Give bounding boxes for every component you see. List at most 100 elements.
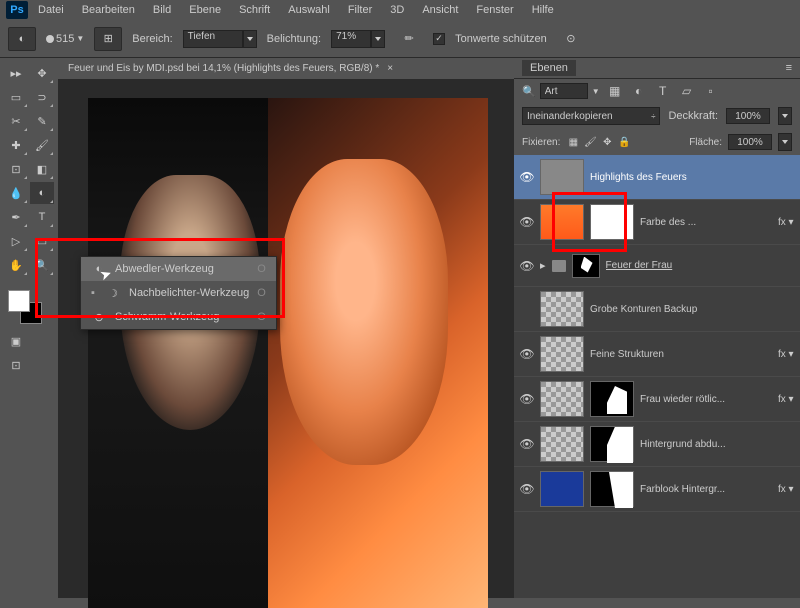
menu-edit[interactable]: Bearbeiten <box>74 2 143 18</box>
blend-mode-select[interactable]: Ineinanderkopieren÷ <box>522 107 660 125</box>
stamp-tool[interactable]: ⊡ <box>4 158 28 180</box>
fill-input[interactable] <box>728 134 772 150</box>
dodge-tool[interactable]: ◐ <box>30 182 54 204</box>
expand-icon[interactable]: ▸▸ <box>4 62 28 84</box>
pen-tool[interactable]: ✒ <box>4 206 28 228</box>
layer-mask-thumb[interactable] <box>590 204 634 240</box>
layer-name-label[interactable]: Farblook Hintergr... <box>640 484 772 495</box>
layer-mask-thumb[interactable] <box>590 426 634 462</box>
hand-tool[interactable]: ✋ <box>4 254 28 276</box>
quickmask-icon[interactable]: ▣ <box>4 330 28 352</box>
filter-type-icon[interactable]: T <box>654 83 672 99</box>
pressure-icon[interactable]: ⊙ <box>557 27 585 51</box>
path-tool[interactable]: ▷ <box>4 230 28 252</box>
fill-dropdown[interactable] <box>778 133 792 151</box>
fx-icon[interactable]: fx ▾ <box>778 217 794 228</box>
layer-name-label[interactable]: Feuer der Frau <box>606 260 794 271</box>
visibility-icon[interactable]: 👁 <box>520 482 534 496</box>
layer-row[interactable]: Grobe Konturen Backup <box>514 287 800 332</box>
lock-pixels-icon[interactable]: 🖌 <box>583 135 597 149</box>
layer-row[interactable]: 👁 Hintergrund abdu... <box>514 422 800 467</box>
layer-mask-thumb[interactable] <box>572 254 600 278</box>
layer-thumb[interactable] <box>540 291 584 327</box>
filter-pixel-icon[interactable]: ▦ <box>606 83 624 99</box>
brush-panel-icon[interactable]: ⊞ <box>94 27 122 51</box>
panel-menu-icon[interactable]: ≡ <box>786 62 792 74</box>
layer-thumb[interactable] <box>540 204 584 240</box>
lock-all-icon[interactable]: 🔒 <box>617 135 631 149</box>
layer-thumb[interactable] <box>540 426 584 462</box>
flyout-burn[interactable]: ▪ ☽ Nachbelichter-Werkzeug O <box>81 281 276 305</box>
move-tool[interactable]: ✥ <box>30 62 54 84</box>
filter-adjust-icon[interactable]: ◐ <box>630 83 648 99</box>
brush-preset[interactable]: 515 ▼ <box>46 33 84 45</box>
filter-input[interactable] <box>540 83 588 99</box>
visibility-icon[interactable] <box>520 302 534 316</box>
menu-layer[interactable]: Ebene <box>181 2 229 18</box>
layers-tab[interactable]: Ebenen <box>522 60 576 76</box>
layer-thumb[interactable] <box>540 159 584 195</box>
canvas-image[interactable] <box>88 98 488 608</box>
visibility-icon[interactable]: 👁 <box>520 392 534 406</box>
menu-help[interactable]: Hilfe <box>524 2 562 18</box>
layer-row[interactable]: 👁 Farbe des ... fx ▾ <box>514 200 800 245</box>
visibility-icon[interactable]: 👁 <box>520 259 534 273</box>
visibility-icon[interactable]: 👁 <box>520 215 534 229</box>
menu-file[interactable]: Datei <box>30 2 72 18</box>
layer-row[interactable]: 👁 ▸ Feuer der Frau <box>514 245 800 287</box>
group-expand-icon[interactable]: ▸ <box>540 259 546 272</box>
layer-thumb[interactable] <box>540 336 584 372</box>
blur-tool[interactable]: 💧 <box>4 182 28 204</box>
airbrush-icon[interactable]: ✏ <box>395 27 423 51</box>
layer-mask-thumb[interactable] <box>590 381 634 417</box>
menu-view[interactable]: Ansicht <box>414 2 466 18</box>
eyedropper-tool[interactable]: ✎ <box>30 110 54 132</box>
layer-name-label[interactable]: Frau wieder rötlic... <box>640 394 772 405</box>
lock-transparent-icon[interactable]: ▦ <box>566 135 580 149</box>
fx-icon[interactable]: fx ▾ <box>778 484 794 495</box>
exposure-input[interactable]: 71% <box>331 30 371 48</box>
visibility-icon[interactable]: 👁 <box>520 437 534 451</box>
opacity-input[interactable] <box>726 108 770 124</box>
type-tool[interactable]: T <box>30 206 54 228</box>
layer-row[interactable]: 👁 Frau wieder rötlic... fx ▾ <box>514 377 800 422</box>
opacity-dropdown[interactable] <box>778 107 792 125</box>
fg-color[interactable] <box>8 290 30 312</box>
layer-row[interactable]: 👁 Farblook Hintergr... fx ▾ <box>514 467 800 512</box>
layer-name-label[interactable]: Feine Strukturen <box>590 349 772 360</box>
document-tab[interactable]: Feuer und Eis by MDI.psd bei 14,1% (High… <box>58 58 514 80</box>
lock-position-icon[interactable]: ✥ <box>600 135 614 149</box>
eraser-tool[interactable]: ◧ <box>30 158 54 180</box>
visibility-icon[interactable]: 👁 <box>520 347 534 361</box>
layer-thumb[interactable] <box>540 381 584 417</box>
layer-row[interactable]: 👁 Feine Strukturen fx ▾ <box>514 332 800 377</box>
menu-3d[interactable]: 3D <box>382 2 412 18</box>
screenmode-icon[interactable]: ⊡ <box>4 354 28 376</box>
layer-thumb[interactable] <box>540 471 584 507</box>
zoom-tool[interactable]: 🔍 <box>30 254 54 276</box>
healing-tool[interactable]: ✚ <box>4 134 28 156</box>
lasso-tool[interactable]: ⊃ <box>30 86 54 108</box>
layer-name-label[interactable]: Grobe Konturen Backup <box>590 304 794 315</box>
layer-mask-thumb[interactable] <box>590 471 634 507</box>
visibility-icon[interactable]: 👁 <box>520 170 534 184</box>
fx-icon[interactable]: fx ▾ <box>778 349 794 360</box>
shape-tool[interactable]: ▭ <box>30 230 54 252</box>
layer-name-label[interactable]: Highlights des Feuers <box>590 172 794 183</box>
menu-image[interactable]: Bild <box>145 2 179 18</box>
brush-tool[interactable]: 🖌 <box>30 134 54 156</box>
filter-smart-icon[interactable]: ▫ <box>702 83 720 99</box>
layer-filter[interactable]: 🔍▼ <box>522 83 600 99</box>
layer-name-label[interactable]: Farbe des ... <box>640 217 772 228</box>
exposure-dropdown[interactable] <box>371 30 385 48</box>
menu-select[interactable]: Auswahl <box>280 2 338 18</box>
fx-icon[interactable]: fx ▾ <box>778 394 794 405</box>
layer-row[interactable]: 👁 Highlights des Feuers <box>514 155 800 200</box>
layer-name-label[interactable]: Hintergrund abdu... <box>640 439 794 450</box>
tool-preset-icon[interactable]: ◐ <box>8 27 36 51</box>
protect-tones-checkbox[interactable] <box>433 33 445 45</box>
color-swatches[interactable] <box>4 286 54 328</box>
menu-window[interactable]: Fenster <box>468 2 521 18</box>
menu-filter[interactable]: Filter <box>340 2 380 18</box>
marquee-tool[interactable]: ▭ <box>4 86 28 108</box>
